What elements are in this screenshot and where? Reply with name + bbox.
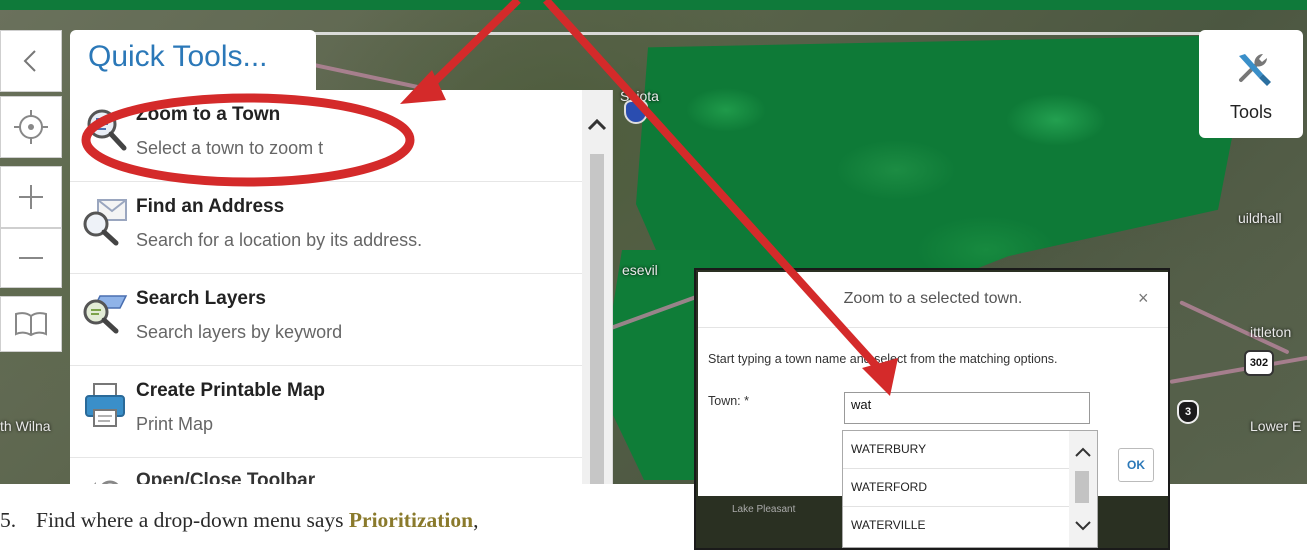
tool-find-address[interactable]: Find an Address Search for a location by…: [70, 182, 582, 274]
crosshair-icon: [14, 110, 48, 144]
dialog-header: Zoom to a selected town. ×: [698, 272, 1168, 328]
minus-icon: [19, 257, 43, 259]
road: [1169, 355, 1307, 384]
map-label-lower: Lower E: [1250, 418, 1302, 434]
quick-tools-panel: Zoom to a Town Select a town to zoom t F…: [70, 90, 613, 484]
dropdown-scroll-thumb[interactable]: [1075, 471, 1089, 503]
zoom-in-button[interactable]: [0, 166, 62, 228]
printer-icon: [85, 383, 125, 427]
bookmarks-button[interactable]: [0, 296, 62, 352]
map-label-lake-pleasant: Lake Pleasant: [732, 504, 796, 515]
route-302-shield: 302: [1244, 350, 1274, 376]
tool-description: Search for a location by its address.: [136, 230, 423, 250]
tool-search-layers[interactable]: Search Layers Search layers by keyword: [70, 274, 582, 366]
town-input[interactable]: wat: [844, 392, 1090, 424]
map-top-bar: [0, 0, 1307, 10]
locate-button[interactable]: [0, 96, 62, 158]
close-icon[interactable]: ×: [1138, 288, 1149, 309]
magnifier-envelope-icon: [83, 199, 127, 246]
map-label-wilna: th Wilna: [0, 418, 51, 434]
town-option[interactable]: WATERBURY: [843, 431, 1069, 469]
tool-description: Select a town to zoom t: [136, 138, 324, 158]
town-option[interactable]: WATERVILLE: [843, 507, 1069, 545]
ok-button[interactable]: OK: [1118, 448, 1154, 482]
chevron-up-icon[interactable]: [584, 112, 610, 138]
instruction-step: 5. Find where a drop-down menu says Prior…: [0, 508, 478, 533]
tool-title: Find an Address: [136, 196, 285, 217]
wrench-screwdriver-icon: [1239, 54, 1271, 86]
tool-title: Open/Close Toolbar: [136, 470, 316, 484]
tool-title: Zoom to a Town: [136, 104, 281, 125]
step-keyword: Prioritization: [348, 508, 474, 532]
town-option[interactable]: WATERFORD: [843, 469, 1069, 507]
town-field-label: Town: *: [708, 394, 749, 408]
road: [300, 32, 1300, 35]
book-icon: [15, 312, 47, 337]
dialog-title: Zoom to a selected town.: [843, 290, 1023, 307]
map-label-ittleton: ittleton: [1250, 324, 1292, 340]
town-suggestions-dropdown: WATERBURY WATERFORD WATERVILLE: [842, 430, 1098, 548]
map-label-esevil: esevil: [622, 262, 658, 278]
tool-description: Search layers by keyword: [136, 322, 343, 342]
tool-description: Print Map: [136, 414, 214, 434]
plus-icon: [19, 185, 43, 209]
magnifier-list-icon: [87, 109, 127, 151]
tools-label: Tools: [1229, 102, 1273, 122]
interstate-shield: [624, 100, 648, 124]
magnifier-layers-icon: [83, 295, 128, 334]
tool-title: Search Layers: [136, 288, 266, 309]
tools-button[interactable]: Tools: [1199, 30, 1303, 138]
tool-zoom-to-town[interactable]: Zoom to a Town Select a town to zoom t: [70, 90, 582, 182]
chevron-up-icon[interactable]: [1073, 445, 1093, 459]
route-3-shield: 3: [1177, 400, 1199, 424]
toolbar-icon: [94, 480, 119, 484]
chevron-left-icon: [23, 50, 36, 72]
step-text: Find where a drop-down menu says: [36, 508, 349, 532]
dialog-instructions: Start typing a town name and select from…: [708, 352, 1058, 366]
zoom-out-button[interactable]: [0, 228, 62, 288]
chevron-down-icon[interactable]: [1073, 519, 1093, 533]
zoom-to-town-dialog-screenshot: Zoom to a selected town. × Start typing …: [694, 268, 1170, 550]
quick-tools-title: Quick Tools...: [88, 40, 268, 73]
tool-create-printable-map[interactable]: Create Printable Map Print Map: [70, 366, 582, 458]
collapse-panel-button[interactable]: [0, 30, 62, 92]
map-label-guildhall: uildhall: [1238, 210, 1282, 226]
tool-open-close-toolbar[interactable]: Open/Close Toolbar: [70, 458, 582, 484]
step-number: 5.: [0, 508, 17, 532]
quick-tools-scroll-thumb[interactable]: [590, 154, 604, 484]
step-text-end: ,: [473, 508, 479, 532]
tool-title: Create Printable Map: [136, 380, 325, 401]
